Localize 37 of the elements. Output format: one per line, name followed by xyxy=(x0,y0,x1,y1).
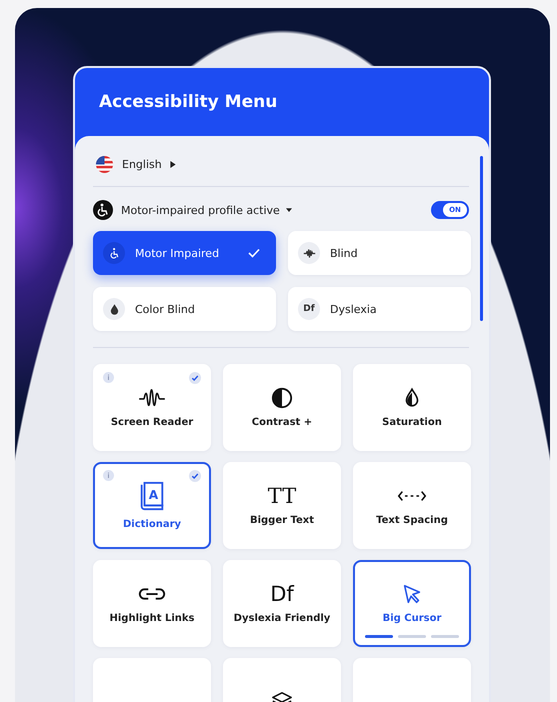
tile-label: Highlight Links xyxy=(110,613,194,624)
tile-label: Saturation xyxy=(382,417,442,428)
feature-tile[interactable]: Big Cursor xyxy=(353,560,471,647)
panel-title: Accessibility Menu xyxy=(99,92,278,112)
waveform-icon xyxy=(302,246,316,260)
caret-icon[interactable] xyxy=(170,160,176,168)
dyslexia-glyph: Df xyxy=(303,304,315,314)
waveform-icon xyxy=(137,387,167,409)
check-badge-icon xyxy=(189,470,201,482)
feature-tile[interactable]: Highlight Links xyxy=(93,560,211,647)
profile-status[interactable]: Motor-impaired profile active xyxy=(121,204,280,216)
wheelchair-icon xyxy=(93,200,113,220)
tile-label: Dyslexia Friendly xyxy=(234,613,330,624)
feature-tile[interactable]: Df Dyslexia Friendly xyxy=(223,560,341,647)
tile-label: Text Spacing xyxy=(376,515,448,526)
profile-option[interactable]: Df Dyslexia xyxy=(288,287,471,331)
feature-tile[interactable]: Contrast + xyxy=(223,364,341,451)
tile-label: Dictionary xyxy=(122,519,182,530)
feature-tile[interactable]: Text Spacing xyxy=(353,462,471,549)
tile-label: Bigger Text xyxy=(250,515,314,526)
flag-icon xyxy=(95,154,114,174)
text-size-glyph: TT xyxy=(268,485,296,507)
profile-option[interactable]: Blind xyxy=(288,231,471,275)
wheelchair-icon xyxy=(108,246,120,260)
checkmark-icon xyxy=(248,248,260,258)
profile-option[interactable]: Motor Impaired xyxy=(93,231,276,275)
feature-tile[interactable]: Saturation xyxy=(353,364,471,451)
tile-label: Contrast + xyxy=(252,417,312,428)
scrollbar[interactable] xyxy=(480,156,483,321)
check-badge-icon xyxy=(189,372,201,384)
tile-label: Screen Reader xyxy=(110,417,194,428)
text-glyph: Df xyxy=(270,583,294,605)
caret-icon[interactable] xyxy=(286,206,292,214)
language-selector[interactable]: English xyxy=(122,158,162,170)
feature-tile[interactable]: TT Bigger Text xyxy=(223,462,341,549)
tile-label: Big Cursor xyxy=(382,613,442,624)
profile-option[interactable]: Color Blind xyxy=(93,287,276,331)
